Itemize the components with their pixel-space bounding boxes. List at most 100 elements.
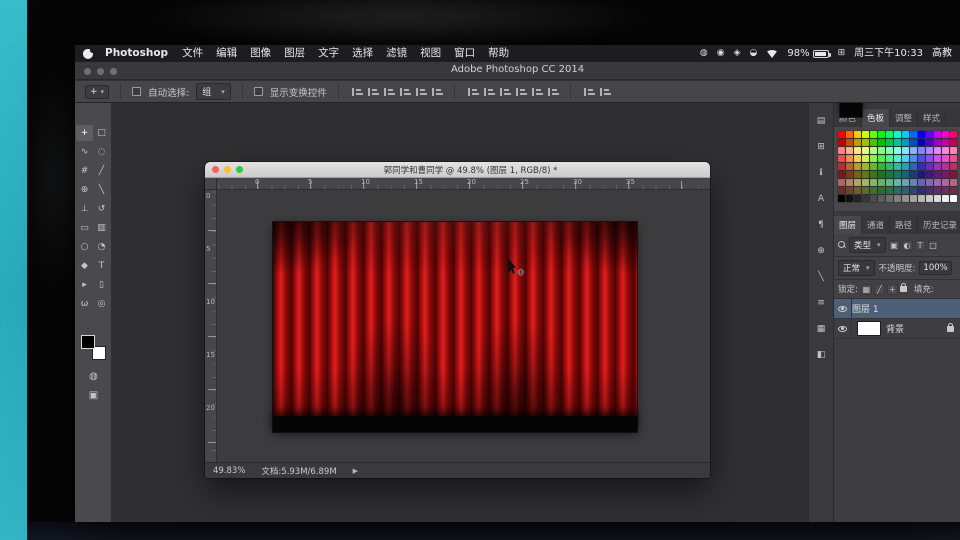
color-swatch[interactable]	[942, 147, 949, 154]
visibility-toggle[interactable]	[834, 319, 852, 338]
blur-tool[interactable]: ○	[76, 239, 93, 255]
color-swatch[interactable]	[894, 131, 901, 138]
color-swatch[interactable]	[846, 179, 853, 186]
auto-align-layers-icon[interactable]	[581, 85, 595, 98]
color-swatch[interactable]	[942, 155, 949, 162]
minimize-icon[interactable]	[224, 166, 231, 173]
color-swatch[interactable]	[846, 187, 853, 194]
color-swatch[interactable]	[862, 187, 869, 194]
color-swatch[interactable]	[878, 147, 885, 154]
color-swatch[interactable]	[894, 155, 901, 162]
ruler-origin[interactable]	[205, 178, 217, 190]
color-swatch[interactable]	[886, 131, 893, 138]
menubar-menu-10[interactable]: 帮助	[488, 45, 509, 62]
color-swatch[interactable]	[910, 195, 917, 202]
panel-tab-mid-2[interactable]: 通道	[862, 216, 891, 234]
filter-shape-layers-icon[interactable]: □	[927, 239, 939, 251]
align-left-edges-icon[interactable]	[349, 85, 363, 98]
color-swatch[interactable]	[902, 155, 909, 162]
color-swatch[interactable]	[894, 171, 901, 178]
panel-tab-top-2[interactable]: 色板	[862, 109, 891, 127]
color-swatch[interactable]	[862, 163, 869, 170]
canvas-image[interactable]	[273, 222, 637, 432]
color-swatch[interactable]	[934, 171, 941, 178]
color-swatch[interactable]	[926, 163, 933, 170]
quick-selection-tool[interactable]: ◌	[93, 144, 110, 160]
color-swatch[interactable]	[926, 187, 933, 194]
color-swatch[interactable]	[838, 131, 845, 138]
color-swatch[interactable]	[854, 131, 861, 138]
clone-stamp-tool[interactable]: ⊥	[76, 201, 93, 217]
color-swatch[interactable]	[910, 131, 917, 138]
vertical-ruler[interactable]: 0 5 10 15 20	[205, 190, 217, 462]
menubar-menu-7[interactable]: 滤镜	[386, 45, 407, 62]
color-swatch[interactable]	[942, 139, 949, 146]
menubar-menu-1[interactable]: 文件	[182, 45, 203, 62]
layer-row[interactable]: 背景	[834, 319, 960, 339]
color-swatch[interactable]	[886, 179, 893, 186]
align-top-edges-icon[interactable]	[397, 85, 411, 98]
color-swatch[interactable]	[918, 155, 925, 162]
tool-preset-picker[interactable]: + ▾	[85, 84, 110, 99]
distribute-top-edges-icon[interactable]	[465, 85, 479, 98]
history-brush-tool[interactable]: ↺	[93, 201, 110, 217]
color-swatch[interactable]	[902, 195, 909, 202]
color-swatch[interactable]	[902, 147, 909, 154]
color-swatch[interactable]	[870, 179, 877, 186]
hand-tool[interactable]: ω	[76, 296, 93, 312]
auto-select-dropdown[interactable]: 组 ▾	[196, 83, 231, 100]
color-swatch[interactable]	[894, 139, 901, 146]
color-swatch[interactable]	[862, 195, 869, 202]
color-swatch[interactable]	[862, 155, 869, 162]
lock-transparent-pixels-icon[interactable]: ▦	[860, 283, 872, 295]
color-swatch[interactable]	[918, 171, 925, 178]
wifi-icon[interactable]	[766, 49, 779, 58]
color-swatch[interactable]	[870, 195, 877, 202]
eraser-tool[interactable]: ▭	[76, 220, 93, 236]
color-swatch[interactable]	[918, 187, 925, 194]
color-swatch[interactable]	[934, 155, 941, 162]
zoom-tool[interactable]: ◎	[93, 296, 110, 312]
visibility-toggle[interactable]	[834, 299, 852, 318]
color-swatch[interactable]	[854, 195, 861, 202]
color-swatch[interactable]	[918, 179, 925, 186]
color-swatch[interactable]	[902, 163, 909, 170]
menubar-menu-4[interactable]: 图层	[284, 45, 305, 62]
color-swatch[interactable]	[862, 147, 869, 154]
gradient-tool[interactable]: ▥	[93, 220, 110, 236]
lock-all-icon[interactable]	[899, 283, 907, 292]
color-swatch[interactable]	[886, 147, 893, 154]
color-swatch[interactable]	[878, 163, 885, 170]
panel-tab-mid-4[interactable]: 历史记录	[918, 216, 960, 234]
color-swatch[interactable]	[854, 171, 861, 178]
path-selection-tool[interactable]: ▸	[76, 277, 93, 293]
quick-mask-icon[interactable]: ◍	[89, 371, 98, 382]
distribute-vertical-centers-icon[interactable]	[481, 85, 495, 98]
color-swatch[interactable]	[878, 187, 885, 194]
info-panel-icon[interactable]: ℹ	[813, 165, 830, 181]
align-right-edges-icon[interactable]	[381, 85, 395, 98]
color-swatch[interactable]	[910, 147, 917, 154]
lock-image-pixels-icon[interactable]: ╱	[873, 283, 885, 295]
color-swatch[interactable]	[950, 179, 957, 186]
eyedropper-tool[interactable]: ╱	[93, 163, 110, 179]
color-swatch[interactable]	[950, 195, 957, 202]
color-swatch[interactable]	[870, 155, 877, 162]
menubar-menu-6[interactable]: 选择	[352, 45, 373, 62]
color-swatch[interactable]	[854, 147, 861, 154]
show-transform-checkbox[interactable]	[253, 87, 263, 96]
pen-tool[interactable]: ◆	[76, 258, 93, 274]
layer-row[interactable]: 图层 1	[834, 103, 960, 319]
clone-source-panel-icon[interactable]: ⊕	[813, 243, 830, 259]
color-swatch[interactable]	[886, 187, 893, 194]
color-swatch[interactable]	[862, 131, 869, 138]
color-swatch[interactable]	[950, 147, 957, 154]
move-tool[interactable]: +	[76, 125, 93, 141]
menubar-menu-5[interactable]: 文字	[318, 45, 339, 62]
navigator-panel-icon[interactable]: ⊞	[813, 139, 830, 155]
brush-tool[interactable]: ╲	[93, 182, 110, 198]
color-swatch[interactable]	[926, 171, 933, 178]
document-canvas[interactable]	[217, 190, 710, 462]
color-swatch[interactable]	[838, 139, 845, 146]
color-swatch[interactable]	[934, 147, 941, 154]
